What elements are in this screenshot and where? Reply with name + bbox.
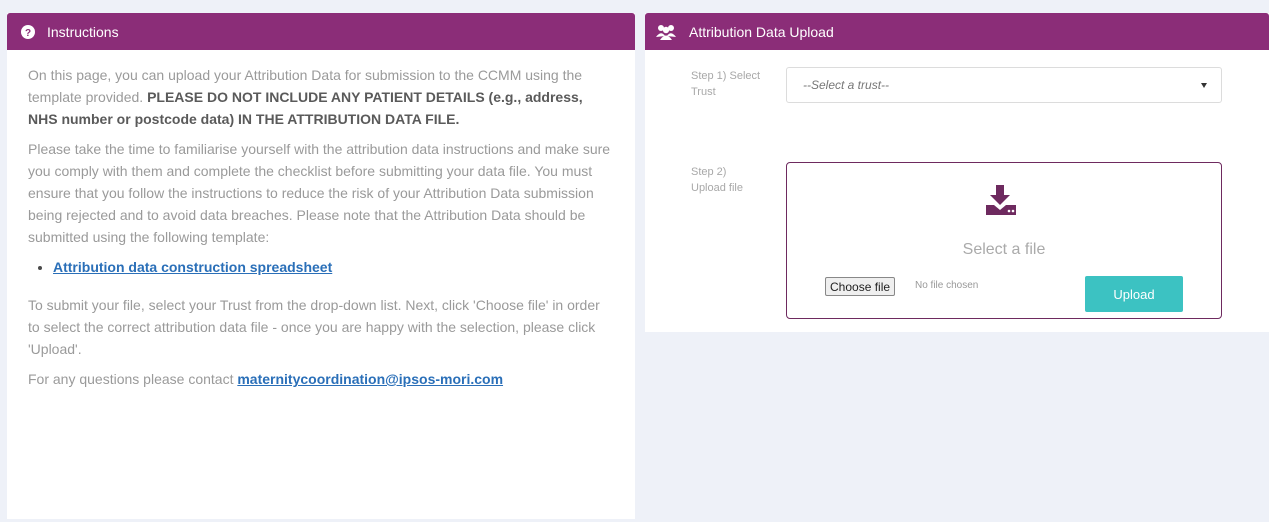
contact-email-link[interactable]: maternitycoordination@ipsos-mori.com [237,371,503,387]
select-file-label: Select a file [962,241,1046,258]
trust-select-value: --Select a trust-- [803,78,890,92]
file-upload-area[interactable]: Select a file Choose file No file chosen… [786,162,1222,319]
upload-title: Attribution Data Upload [689,23,834,40]
intro-paragraph: On this page, you can upload your Attrib… [28,64,613,130]
chevron-down-icon [1201,83,1207,88]
upload-panel: Attribution Data Upload Step 1) Select T… [645,13,1269,332]
contact-paragraph: For any questions please contact materni… [28,368,613,390]
template-link[interactable]: Attribution data construction spreadshee… [53,259,332,275]
submit-paragraph: To submit your file, select your Trust f… [28,297,600,357]
instructions-body: On this page, you can upload your Attrib… [7,50,635,390]
question-circle-icon: ? [21,24,35,39]
instructions-panel: ? Instructions On this page, you can upl… [7,13,635,519]
users-icon [655,24,677,40]
guidance-paragraph: Please take the time to familiarise your… [28,141,611,245]
upload-button[interactable]: Upload [1085,276,1183,312]
contact-prefix: For any questions please contact [28,371,238,387]
template-list: Attribution data construction spreadshee… [28,256,613,278]
instructions-header: ? Instructions [7,13,635,50]
choose-file-button[interactable]: Choose file [825,277,896,296]
instructions-title: Instructions [47,23,119,40]
no-file-status: No file chosen [915,280,979,291]
list-item: Attribution data construction spreadshee… [53,256,613,278]
svg-text:?: ? [25,28,31,39]
page: ? Instructions On this page, you can upl… [0,0,1269,522]
upload-header: Attribution Data Upload [645,13,1269,50]
download-icon [984,183,1018,222]
step2-label: Step 2) Upload file [691,166,743,194]
step1-label: Step 1) Select Trust [691,70,761,98]
trust-select[interactable]: --Select a trust-- [786,67,1222,103]
